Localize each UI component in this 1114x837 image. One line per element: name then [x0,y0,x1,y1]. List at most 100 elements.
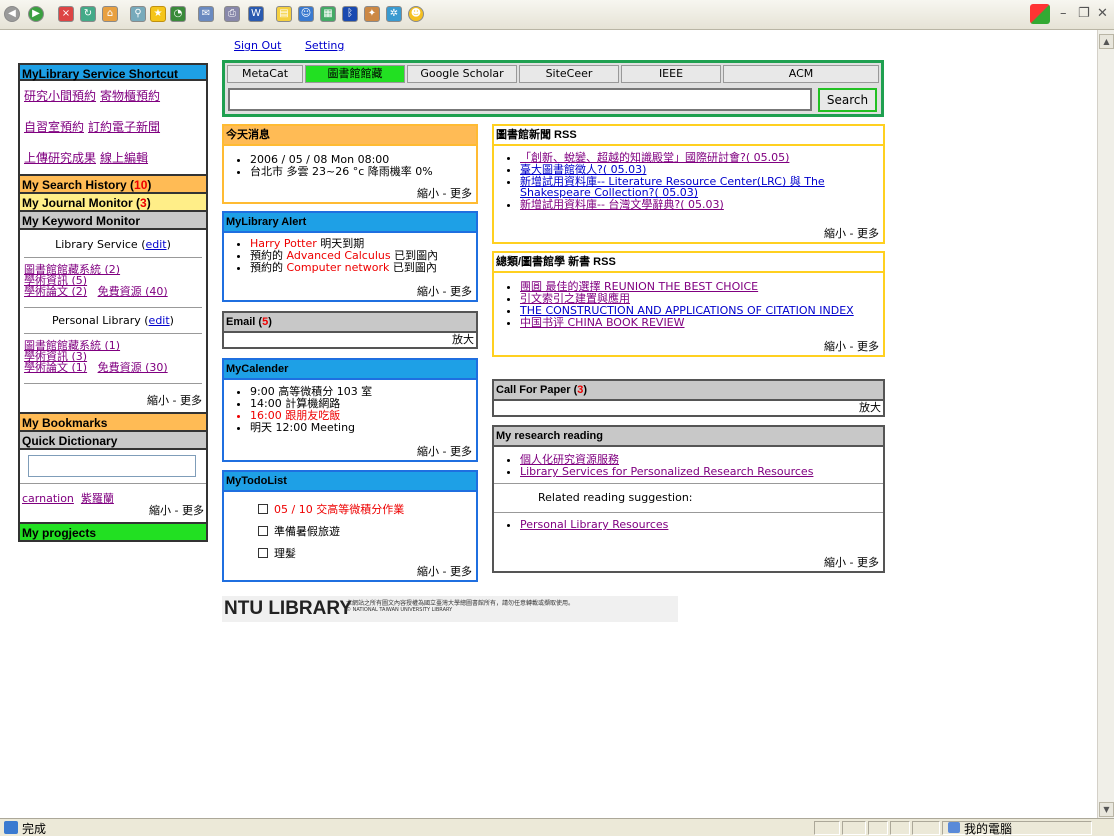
reading-suggestion[interactable]: Personal Library Resources [520,519,883,530]
dictionary-translation-link[interactable]: 紫羅蘭 [81,492,114,505]
dictionary-footer[interactable]: 縮小 - 更多 [149,502,204,518]
dictionary-input[interactable] [28,455,196,477]
todo-item[interactable]: 準備暑假旅遊 [258,526,476,538]
edit-link[interactable]: edit [149,314,170,327]
todo-checkbox[interactable] [258,526,268,536]
restore-icon[interactable]: ❐ [1078,7,1090,21]
home-icon[interactable]: ⌂ [102,6,118,22]
todo-item[interactable]: 理髮 [258,548,476,560]
search-input[interactable] [228,88,812,111]
favorites-icon[interactable]: ★ [150,6,166,22]
tab-google-scholar[interactable]: Google Scholar [407,65,517,83]
list-item: 預約的 Computer network 已到圖內 [250,262,476,273]
search-icon[interactable]: ⚲ [130,6,146,22]
projects-header[interactable]: My progjects [18,524,208,542]
history-icon[interactable]: ◔ [170,6,186,22]
news-item[interactable]: 新增試用資料庫-- Literature Resource Center(LRC… [520,176,883,198]
news-footer[interactable]: 縮小 - 更多 [824,225,879,241]
setting-link[interactable]: Setting [305,39,344,52]
shortcut-link[interactable]: 研究小間預約 [24,89,96,103]
news-item[interactable]: 臺大圖書館徵人?( 05.03) [520,164,883,175]
bluetooth-icon[interactable]: ᛒ [342,6,358,22]
close-icon[interactable]: ✕ [1097,7,1108,21]
todo-item[interactable]: 05 / 10 交高等微積分作業 [258,504,476,516]
tab-ieee[interactable]: IEEE [621,65,721,83]
messenger-icon[interactable]: ☺ [298,6,314,22]
book-item[interactable]: 中国书评 CHINA BOOK REVIEW [520,317,883,328]
alert-footer[interactable]: 縮小 - 更多 [417,283,472,299]
reading-footer[interactable]: 縮小 - 更多 [824,554,879,570]
news-item[interactable]: 「創新、蛻變、超越的知識殿堂」國際研討會?( 05.05) [520,152,883,163]
book-item[interactable]: 團圓 最佳的選擇 REUNION THE BEST CHOICE [520,281,883,292]
back-icon[interactable]: ◀ [4,6,20,22]
tab-metacat[interactable]: MetaCat [227,65,303,83]
todo-checkbox[interactable] [258,504,268,514]
email-header[interactable]: Email (5) [224,313,476,333]
minimize-icon[interactable]: – [1060,7,1067,21]
personal-library-label: Personal Library (edit) [52,314,174,327]
tool-icon[interactable]: ✲ [386,6,402,22]
search-history-count: 10 [134,178,148,192]
keyword-result-link[interactable]: 學術論文 (2) [24,285,87,298]
news-item[interactable]: 新增試用資料庫-- 台灣文學辭典?( 05.03) [520,199,883,210]
logo-notice: 本網站之所有圖文內容授權為國立臺灣大學總圖書館所有，請勿任意轉載或擷取使用。 [346,600,575,607]
today-footer[interactable]: 縮小 - 更多 [417,185,472,201]
scroll-up-icon[interactable]: ▲ [1099,34,1114,49]
bookmarks-header[interactable]: My Bookmarks [18,414,208,432]
logo-copyright: © NATIONAL TAIWAN UNIVERSITY LIBRARY [346,607,453,613]
refresh-icon[interactable]: ↻ [80,6,96,22]
status-text: 完成 [22,822,47,836]
new-books-footer[interactable]: 縮小 - 更多 [824,338,879,354]
sign-out-link[interactable]: Sign Out [234,39,281,52]
shortcut-link[interactable]: 訂約電子新聞 [88,120,160,134]
forward-icon[interactable]: ▶ [28,6,44,22]
word-icon[interactable]: W [248,6,264,22]
keyword-result-link[interactable]: 免費資源 (40) [98,285,168,298]
edit-link[interactable]: edit [145,238,166,251]
print-icon[interactable]: ⎙ [224,6,240,22]
keyword-monitor-panel: Library Service (edit) 圖書館館藏系統 (2) 學術資訊 … [18,230,208,414]
scroll-down-icon[interactable]: ▼ [1099,802,1114,817]
calendar-footer[interactable]: 縮小 - 更多 [417,443,472,459]
plugin-icon[interactable]: ✦ [364,6,380,22]
logo-text: NTU LIBRARY [224,598,353,619]
mail-icon[interactable]: ✉ [198,6,214,22]
search-history-header[interactable]: My Search History (10) [18,176,208,194]
journal-monitor-count: 3 [140,196,147,210]
stop-icon[interactable]: × [58,6,74,22]
search-panel: MetaCat 圖書館館藏 Google Scholar SiteCeer IE… [222,60,884,117]
vertical-scrollbar[interactable]: ▲ ▼ [1097,30,1114,818]
shortcut-link[interactable]: 線上編輯 [100,151,148,165]
dictionary-word-link[interactable]: carnation [22,492,74,505]
keyword-monitor-header: My Keyword Monitor [18,212,208,230]
top-nav: Sign Out Setting [234,39,364,52]
shortcut-link[interactable]: 上傳研究成果 [24,151,96,165]
reading-item[interactable]: 個人化研究資源服務 [520,454,883,465]
keyword-result-link[interactable]: 學術論文 (1) [24,361,87,374]
keyword-result-link[interactable]: 免費資源 (30) [98,361,168,374]
email-panel: Email (5) 放大 [222,311,478,349]
book-item[interactable]: THE CONSTRUCTION AND APPLICATIONS OF CIT… [520,305,883,316]
email-expand[interactable]: 放大 [224,333,476,347]
research-reading-panel: My research reading 個人化研究資源服務 Library Se… [492,425,885,573]
todo-footer[interactable]: 縮小 - 更多 [417,563,472,579]
todo-checkbox[interactable] [258,548,268,558]
tab-acm[interactable]: ACM [723,65,879,83]
tab-siteceer[interactable]: SiteCeer [519,65,619,83]
library-service-label: Library Service (edit) [55,238,171,251]
research-reading-header: My research reading [494,427,883,447]
shortcut-link[interactable]: 自習室預約 [24,120,84,134]
research-icon[interactable]: ▦ [320,6,336,22]
smiley-icon[interactable]: ☻ [408,6,424,22]
call-for-paper-header[interactable]: Call For Paper (3) [494,381,883,401]
search-button[interactable]: Search [818,88,877,112]
book-item[interactable]: 引文索引之建置與應用 [520,293,883,304]
journal-monitor-header[interactable]: My Journal Monitor (3) [18,194,208,212]
keyword-footer[interactable]: 縮小 - 更多 [24,388,202,410]
list-item: Harry Potter 明天到期 [250,238,476,249]
note-icon[interactable]: ▤ [276,6,292,22]
tab-library-collection[interactable]: 圖書館館藏 [305,65,405,83]
shortcut-link[interactable]: 寄物櫃預約 [100,89,160,103]
call-for-paper-expand[interactable]: 放大 [494,401,883,415]
reading-item[interactable]: Library Services for Personalized Resear… [520,466,883,477]
